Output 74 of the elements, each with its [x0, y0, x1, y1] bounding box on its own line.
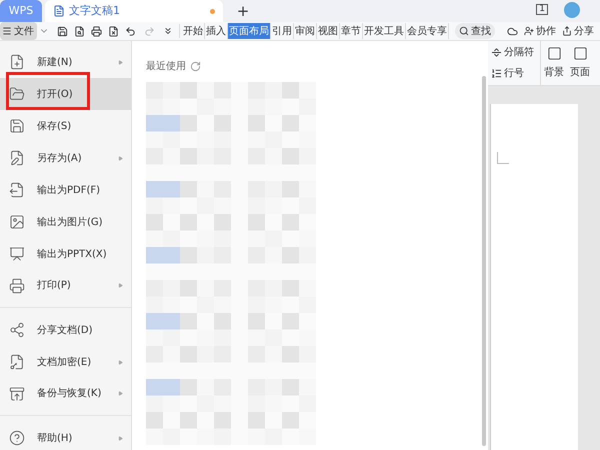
cloud-icon[interactable]	[507, 26, 518, 36]
ribbon-tool[interactable]: 背景	[541, 41, 567, 85]
menu-item[interactable]: 输出为图片(G)	[0, 206, 131, 238]
recent-title: 最近使用	[146, 60, 186, 74]
save-icon[interactable]	[57, 26, 68, 36]
menu-label: 分享文档(D)	[37, 324, 94, 338]
ribbon-tab[interactable]: 章节	[340, 23, 363, 39]
search-button[interactable]: 查找	[455, 23, 495, 39]
page-count-badge: 1	[536, 4, 548, 15]
refresh-icon[interactable]	[190, 61, 201, 72]
tab-title: 文字文稿1	[69, 2, 121, 19]
page-icon	[572, 46, 588, 61]
menu-item[interactable]: 新建(N)	[0, 46, 131, 78]
menu-label: 打开(O)	[37, 88, 74, 102]
search-icon	[459, 26, 469, 36]
ribbon-tab[interactable]: 视图	[317, 23, 340, 39]
document-icon	[53, 5, 65, 17]
user-icon	[524, 26, 534, 36]
file-key-icon	[9, 354, 25, 370]
menu-label: 输出为PDF(F)	[37, 184, 102, 198]
ribbon-tool[interactable]: 行号	[491, 66, 534, 81]
ribbon-tab[interactable]: 引用	[271, 23, 294, 39]
ribbon-tab[interactable]: 开发工具	[363, 23, 406, 39]
menu-label: 保存(S)	[37, 120, 72, 134]
menu-label: 输出为图片(G)	[37, 216, 104, 230]
printer-icon[interactable]	[91, 26, 102, 36]
separator-icon	[491, 47, 502, 58]
menu-item[interactable]: 输出为PPTX(X)	[0, 238, 131, 270]
menu-item[interactable]: 备份与恢复(K)	[0, 378, 131, 416]
action-button[interactable]: 分享	[562, 24, 594, 38]
menu-item[interactable]: 打印(P)	[0, 270, 131, 308]
ribbon-tool[interactable]: 分隔符	[491, 45, 534, 60]
new-tab-button[interactable]: +	[231, 0, 255, 22]
menu-item[interactable]: 另存为(A)	[0, 142, 131, 174]
menu-label: 另存为(A)	[37, 152, 83, 166]
ribbon-tab[interactable]: 审阅	[294, 23, 317, 39]
ribbon-tab[interactable]: 页面布局	[228, 23, 271, 39]
menu-label: 新建(N)	[37, 56, 74, 70]
menu-label: 帮助(H)	[37, 432, 74, 446]
menu-item[interactable]: 分享文档(D)	[0, 314, 131, 346]
more-icon[interactable]	[163, 26, 173, 36]
undo-icon[interactable]	[125, 26, 136, 36]
share-icon	[9, 322, 25, 338]
page-icon	[546, 46, 562, 61]
menu-item[interactable]: 输出为PDF(F)	[0, 174, 131, 206]
menu-icon	[2, 26, 12, 36]
menu-label: 打印(P)	[37, 278, 72, 293]
menu-item[interactable]: 打开(O)	[0, 78, 131, 110]
restore-icon	[9, 386, 25, 402]
printer-icon	[9, 278, 25, 294]
action-button[interactable]: 协作	[524, 24, 556, 38]
image-icon	[9, 214, 25, 230]
ribbon-tab[interactable]: 会员专享	[406, 23, 449, 39]
folder-icon	[9, 86, 25, 102]
ribbon-tool[interactable]: 页面	[567, 41, 593, 85]
ribbon-tab[interactable]: 开始	[182, 23, 205, 39]
share-icon	[562, 26, 572, 36]
line-number-icon	[491, 68, 502, 79]
file-export-icon	[9, 182, 25, 198]
save-icon	[9, 118, 25, 134]
menu-label: 文档加密(E)	[37, 356, 92, 370]
help-icon	[9, 430, 25, 446]
menu-label: 备份与恢复(K)	[37, 386, 102, 401]
menu-item[interactable]: 帮助(H)	[0, 422, 131, 450]
file-search-icon[interactable]	[74, 26, 85, 36]
file-pen-icon	[9, 150, 25, 166]
menu-item[interactable]: 文档加密(E)	[0, 346, 131, 378]
file-menu-button[interactable]: 文件	[0, 22, 37, 40]
menu-label: 输出为PPTX(X)	[37, 248, 108, 262]
presentation-icon	[9, 246, 25, 262]
menu-item[interactable]: 保存(S)	[0, 110, 131, 142]
document-tab[interactable]: 文字文稿1	[45, 0, 223, 22]
file-plus-icon	[9, 54, 25, 70]
scrollbar[interactable]	[482, 76, 486, 446]
